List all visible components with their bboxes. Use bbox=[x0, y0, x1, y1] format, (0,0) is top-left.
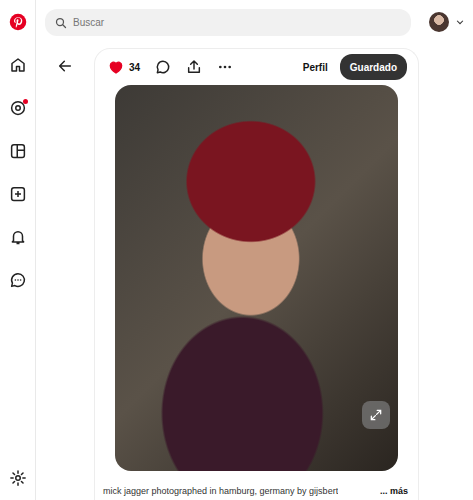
chat-icon bbox=[9, 271, 27, 289]
pinterest-logo-icon bbox=[9, 13, 27, 31]
sidebar-item[interactable] bbox=[0, 86, 36, 129]
main: Buscar 34 Perfil Guardado mick jagger photog… bbox=[36, 0, 473, 500]
search-placeholder: Buscar bbox=[73, 17, 104, 28]
like-count: 34 bbox=[129, 62, 140, 73]
sidebar-item[interactable] bbox=[0, 215, 36, 258]
sidebar bbox=[0, 0, 36, 500]
right-actions: Perfil Guardado bbox=[303, 54, 407, 80]
home-icon bbox=[9, 56, 27, 74]
caption: mick jagger photographed in hamburg, ger… bbox=[95, 471, 418, 496]
more-link[interactable]: ... más bbox=[380, 486, 408, 496]
expand-button[interactable] bbox=[362, 401, 390, 429]
sidebar-item[interactable] bbox=[0, 129, 36, 172]
avatar[interactable] bbox=[429, 12, 449, 32]
sidebar-item[interactable] bbox=[0, 258, 36, 301]
save-button[interactable]: Guardado bbox=[340, 54, 407, 80]
boards-icon bbox=[9, 142, 27, 160]
notification-dot bbox=[23, 99, 28, 104]
search-field[interactable]: Buscar bbox=[45, 9, 411, 36]
comment-icon[interactable] bbox=[155, 59, 171, 75]
back-arrow-icon[interactable] bbox=[57, 58, 73, 74]
page: Buscar 34 Perfil Guardado mick jagger photog… bbox=[0, 0, 473, 500]
expand-icon bbox=[369, 408, 383, 422]
pin-photo[interactable] bbox=[115, 85, 398, 471]
back-column bbox=[36, 46, 94, 500]
chevron-down-icon[interactable] bbox=[455, 17, 465, 27]
create-icon bbox=[9, 185, 27, 203]
top-bar: Buscar bbox=[36, 0, 473, 46]
share-icon[interactable] bbox=[186, 59, 202, 75]
more-icon[interactable] bbox=[217, 59, 233, 75]
search-icon bbox=[55, 17, 67, 29]
heart-icon bbox=[108, 59, 124, 75]
action-bar: 34 Perfil Guardado bbox=[95, 49, 418, 85]
pin-card: 34 Perfil Guardado mick jagger photographed… bbox=[94, 48, 419, 500]
caption-text: mick jagger photographed in hamburg, ger… bbox=[103, 486, 338, 496]
sidebar-item[interactable] bbox=[0, 172, 36, 215]
profile-dropdown[interactable]: Perfil bbox=[303, 62, 328, 73]
like-button[interactable]: 34 bbox=[108, 59, 140, 75]
gear-icon bbox=[9, 469, 27, 487]
content: 34 Perfil Guardado mick jagger photographed… bbox=[36, 46, 473, 500]
left-actions: 34 bbox=[108, 59, 233, 75]
sidebar-item[interactable] bbox=[0, 0, 36, 43]
settings-button[interactable] bbox=[0, 462, 36, 494]
sidebar-item[interactable] bbox=[0, 43, 36, 86]
bell-icon bbox=[9, 228, 27, 246]
